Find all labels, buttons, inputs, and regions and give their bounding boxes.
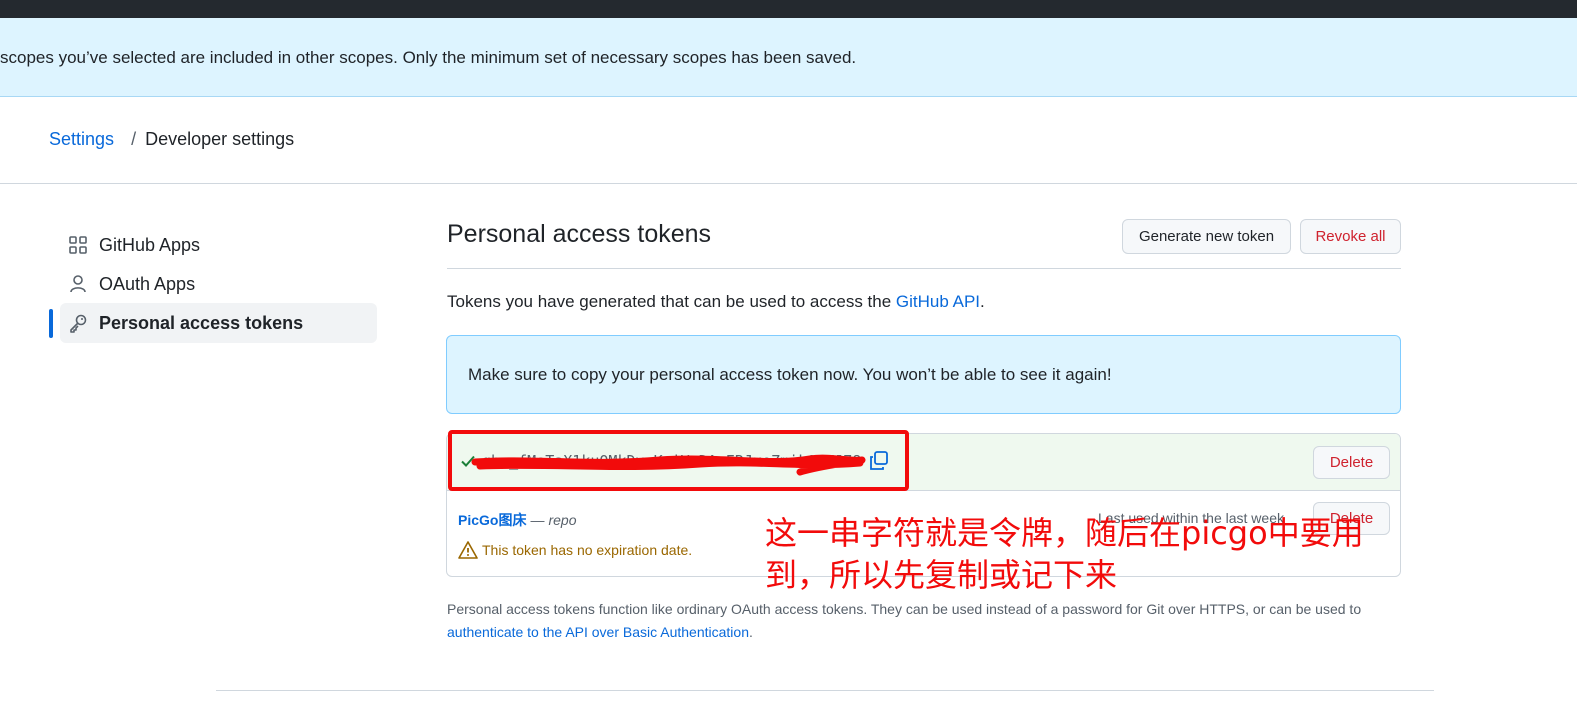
existing-token-title: PicGo图床 — repo [458, 510, 577, 530]
sidebar-item-label: OAuth Apps [99, 273, 196, 294]
key-icon [70, 314, 87, 333]
top-header-bar [0, 0, 1577, 18]
breadcrumb-current: Developer settings [145, 129, 295, 149]
token-name-dash: — [530, 512, 545, 528]
description-text: Tokens you have generated that can be us… [447, 292, 896, 311]
sidebar-item-label: GitHub Apps [99, 234, 201, 255]
token-name-link[interactable]: PicGo图床 [458, 512, 526, 528]
copy-token-message: Make sure to copy your personal access t… [468, 365, 1112, 384]
token-scope: repo [548, 512, 577, 528]
revoke-all-button[interactable]: Revoke all [1300, 219, 1401, 254]
sidebar-item-github-apps[interactable]: GitHub Apps [60, 225, 377, 265]
breadcrumb-settings-link[interactable]: Settings [49, 129, 114, 149]
footer-suffix: . [748, 624, 753, 640]
header-divider [0, 183, 1577, 184]
footer-text: Personal access tokens function like ord… [447, 601, 1362, 617]
apps-grid-icon [69, 236, 87, 254]
copy-token-notice: Make sure to copy your personal access t… [446, 335, 1401, 414]
token-expiration-warning: This token has no expiration date. [458, 541, 692, 559]
github-api-link[interactable]: GitHub API [896, 292, 980, 311]
basic-auth-link[interactable]: authenticate to the API over Basic Authe… [447, 624, 749, 640]
flash-notice: scopes you’ve selected are included in o… [0, 18, 1577, 97]
sidebar-item-personal-access-tokens[interactable]: Personal access tokens [60, 303, 377, 343]
title-divider [447, 268, 1401, 269]
person-icon [70, 275, 86, 293]
redaction-scribble [471, 454, 866, 476]
flash-message: scopes you’ve selected are included in o… [0, 48, 857, 67]
delete-new-token-button[interactable]: Delete [1313, 446, 1390, 479]
annotation-text: 这一串字符就是令牌，随后在picgo中要用到，所以先复制或记下来 [765, 514, 1364, 594]
footer-note: Personal access tokens function like ord… [447, 598, 1407, 644]
sidebar-item-label: Personal access tokens [99, 312, 304, 333]
generate-new-token-button[interactable]: Generate new token [1122, 219, 1291, 254]
breadcrumb: Settings / Developer settings [49, 129, 294, 150]
breadcrumb-separator: / [131, 129, 137, 149]
description-suffix: . [980, 292, 985, 311]
sidebar-item-oauth-apps[interactable]: OAuth Apps [60, 264, 377, 304]
warning-text: This token has no expiration date. [482, 542, 693, 558]
alert-icon [458, 541, 478, 559]
tokens-description: Tokens you have generated that can be us… [447, 292, 985, 312]
page-title: Personal access tokens [447, 220, 712, 248]
footer-divider [216, 690, 1434, 691]
active-indicator [49, 309, 53, 338]
